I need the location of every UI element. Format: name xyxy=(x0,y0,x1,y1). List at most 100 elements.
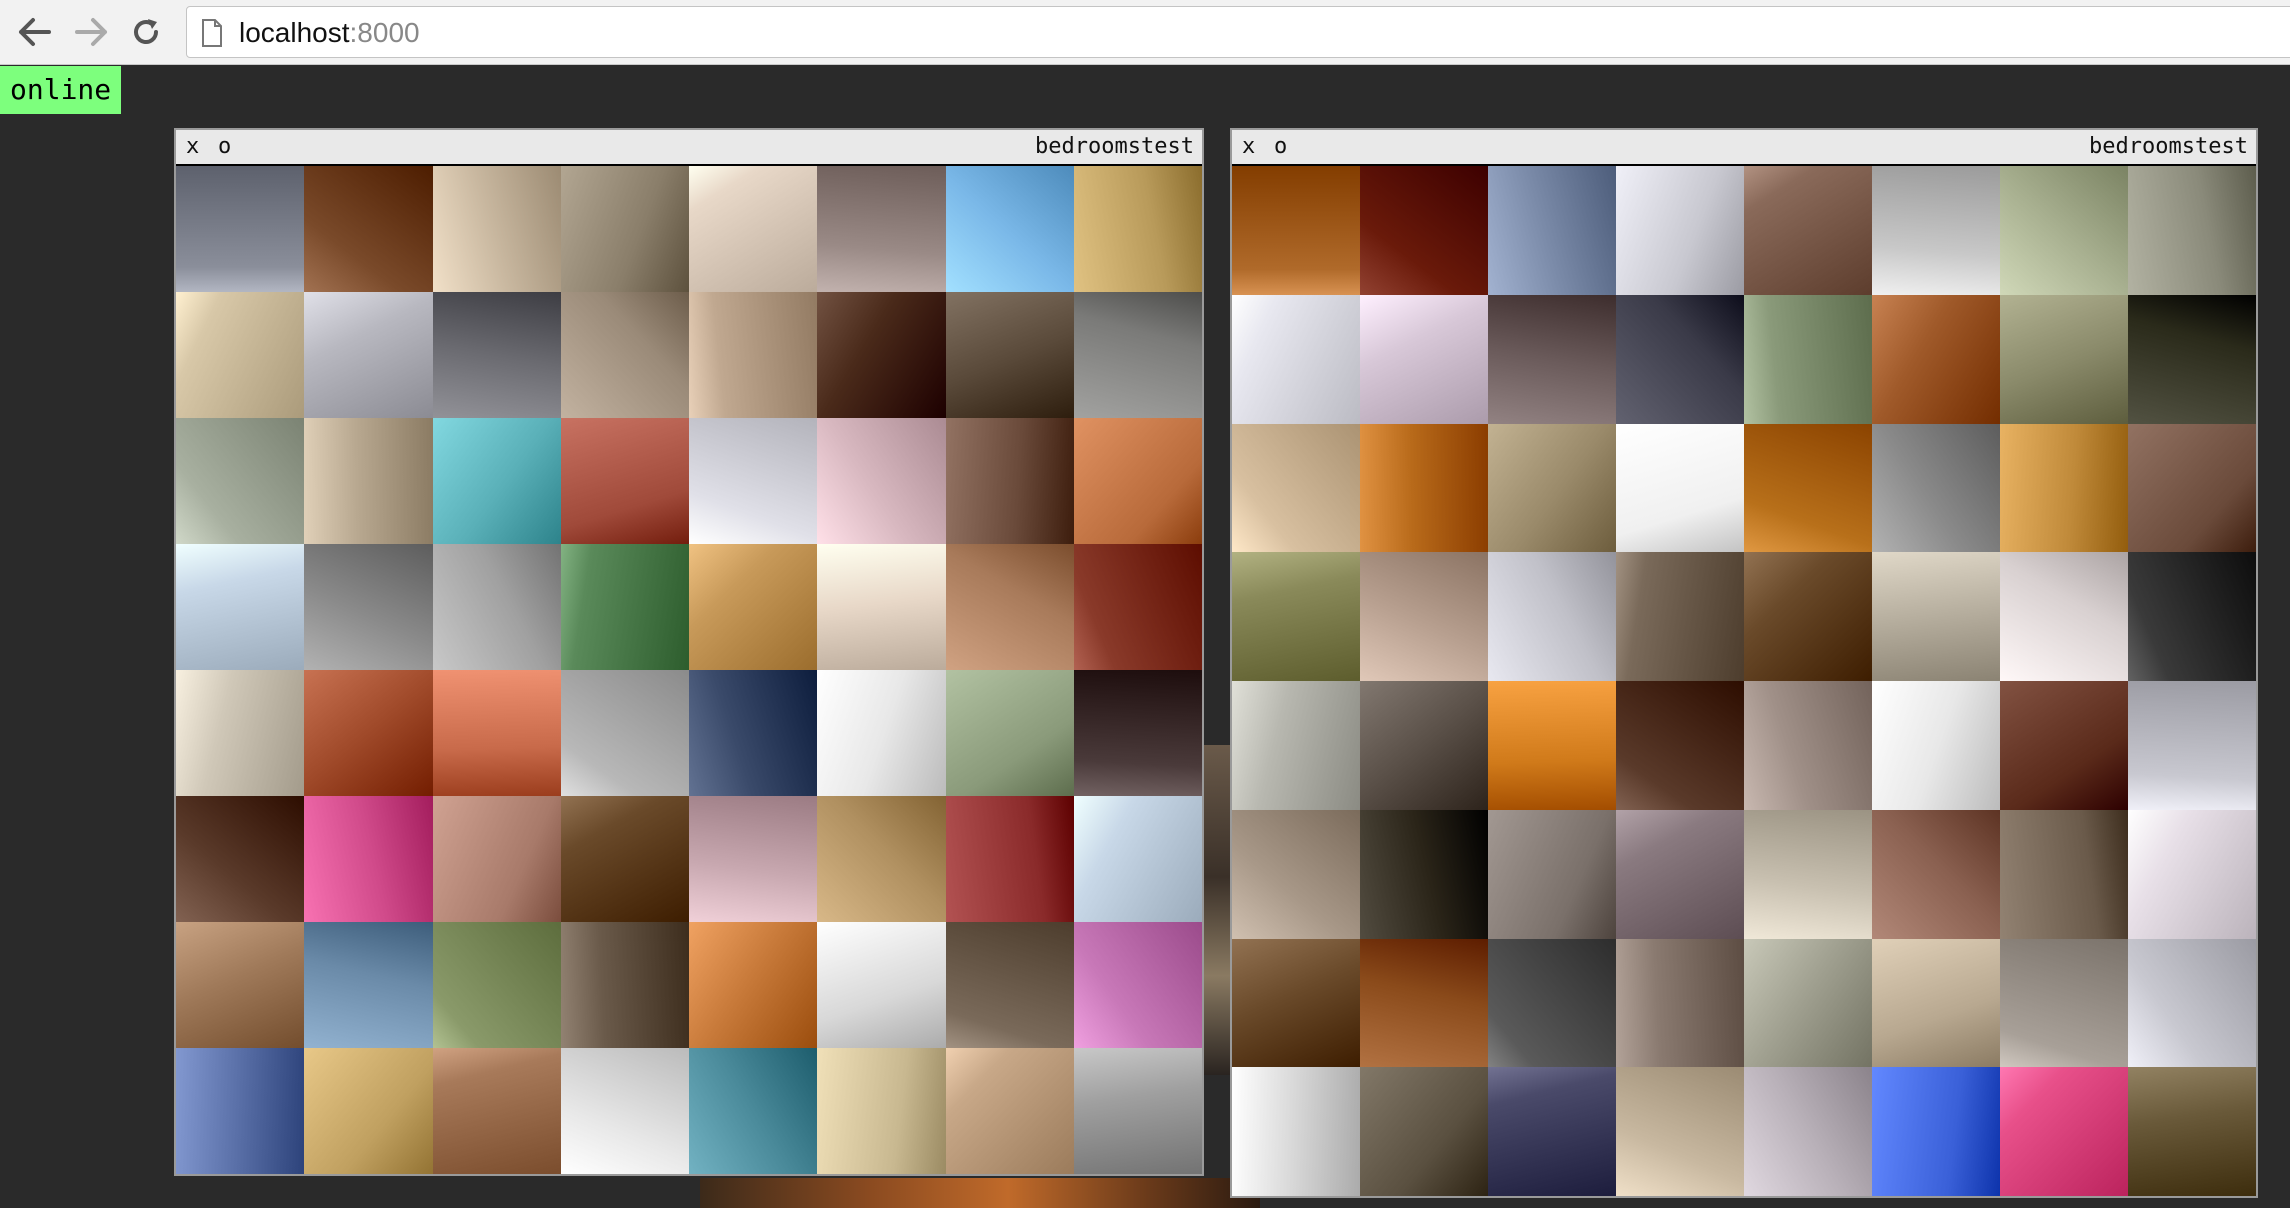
image-tile xyxy=(817,922,946,1048)
image-tile xyxy=(432,1048,561,1174)
image-tile xyxy=(1360,938,1488,1068)
back-button[interactable] xyxy=(12,10,56,54)
image-tile xyxy=(1232,809,1360,939)
forward-button[interactable] xyxy=(70,10,114,54)
image-tile xyxy=(1488,809,1616,939)
image-tile xyxy=(817,418,946,544)
image-tile xyxy=(304,670,433,796)
image-tile xyxy=(1073,922,1202,1048)
panel-titlebar[interactable]: x o bedroomstest xyxy=(176,130,1202,164)
image-tile xyxy=(432,670,561,796)
minimize-button[interactable]: o xyxy=(1270,130,1291,164)
image-tile xyxy=(560,670,689,796)
image-tile xyxy=(1872,809,2000,939)
image-tile xyxy=(1488,1067,1616,1196)
image-tile xyxy=(1616,809,1744,939)
image-tile xyxy=(2000,1067,2128,1196)
address-bar[interactable]: localhost:8000 xyxy=(186,6,2290,58)
image-tile xyxy=(1232,294,1360,424)
image-tile xyxy=(689,796,818,922)
image-tile xyxy=(817,796,946,922)
image-tile xyxy=(1360,552,1488,681)
image-tile xyxy=(1616,294,1744,424)
image-tile xyxy=(1744,423,1872,553)
panel-title: bedroomstest xyxy=(2089,134,2248,159)
image-tile xyxy=(2128,809,2256,939)
image-tile xyxy=(2128,423,2256,553)
image-grid xyxy=(1232,166,2256,1196)
image-tile xyxy=(945,166,1074,292)
image-tile xyxy=(1872,166,2000,295)
image-tile xyxy=(945,292,1074,418)
panel-titlebar[interactable]: x o bedroomstest xyxy=(1232,130,2256,164)
image-tile xyxy=(176,544,305,670)
image-tile xyxy=(1360,423,1488,553)
image-tile xyxy=(1360,1067,1488,1196)
image-tile xyxy=(176,670,305,796)
image-tile xyxy=(176,418,305,544)
image-tile xyxy=(176,1048,305,1174)
arrow-right-icon xyxy=(75,17,109,47)
image-tile xyxy=(817,1048,946,1174)
image-tile xyxy=(1360,294,1488,424)
image-panel-generated[interactable]: x o bedroomstest xyxy=(1230,128,2258,1198)
image-tile xyxy=(1744,294,1872,424)
image-tile xyxy=(1744,552,1872,681)
image-tile xyxy=(176,796,305,922)
image-tile xyxy=(817,166,946,292)
arrow-left-icon xyxy=(17,17,51,47)
image-tile xyxy=(1488,294,1616,424)
image-tile xyxy=(1073,544,1202,670)
image-tile xyxy=(1360,809,1488,939)
image-tile xyxy=(1488,938,1616,1068)
browser-toolbar: localhost:8000 xyxy=(0,0,2290,65)
image-panel-real[interactable]: x o bedroomstest xyxy=(174,128,1204,1176)
image-tile xyxy=(1073,418,1202,544)
image-tile xyxy=(2128,938,2256,1068)
image-tile xyxy=(432,292,561,418)
image-tile xyxy=(1744,1067,1872,1196)
image-tile xyxy=(432,796,561,922)
background-window-strip xyxy=(1202,745,1232,1075)
image-tile xyxy=(689,292,818,418)
image-tile xyxy=(2000,423,2128,553)
url-port: :8000 xyxy=(349,17,420,48)
image-tile xyxy=(1232,1067,1360,1196)
image-tile xyxy=(1616,166,1744,295)
image-tile xyxy=(2000,938,2128,1068)
image-tile xyxy=(1616,1067,1744,1196)
image-tile xyxy=(1232,938,1360,1068)
image-tile xyxy=(304,292,433,418)
panel-title: bedroomstest xyxy=(1035,134,1194,159)
image-tile xyxy=(560,796,689,922)
image-tile xyxy=(1232,166,1360,295)
image-tile xyxy=(304,922,433,1048)
image-tile xyxy=(1488,681,1616,810)
minimize-button[interactable]: o xyxy=(214,130,235,164)
image-tile xyxy=(945,1048,1074,1174)
image-tile xyxy=(1744,166,1872,295)
image-tile xyxy=(1073,166,1202,292)
image-tile xyxy=(2128,681,2256,810)
image-tile xyxy=(817,544,946,670)
image-tile xyxy=(1073,670,1202,796)
image-tile xyxy=(689,670,818,796)
image-tile xyxy=(1488,552,1616,681)
image-tile xyxy=(560,544,689,670)
close-button[interactable]: x xyxy=(1238,130,1259,164)
image-tile xyxy=(1073,796,1202,922)
image-tile xyxy=(1872,552,2000,681)
image-tile xyxy=(432,922,561,1048)
reload-button[interactable] xyxy=(124,10,168,54)
image-tile xyxy=(1872,681,2000,810)
image-tile xyxy=(176,922,305,1048)
image-tile xyxy=(1488,423,1616,553)
image-tile xyxy=(304,544,433,670)
image-tile xyxy=(304,1048,433,1174)
image-tile xyxy=(176,292,305,418)
image-tile xyxy=(560,292,689,418)
image-tile xyxy=(689,418,818,544)
image-tile xyxy=(1073,292,1202,418)
close-button[interactable]: x xyxy=(182,130,203,164)
image-tile xyxy=(945,922,1074,1048)
